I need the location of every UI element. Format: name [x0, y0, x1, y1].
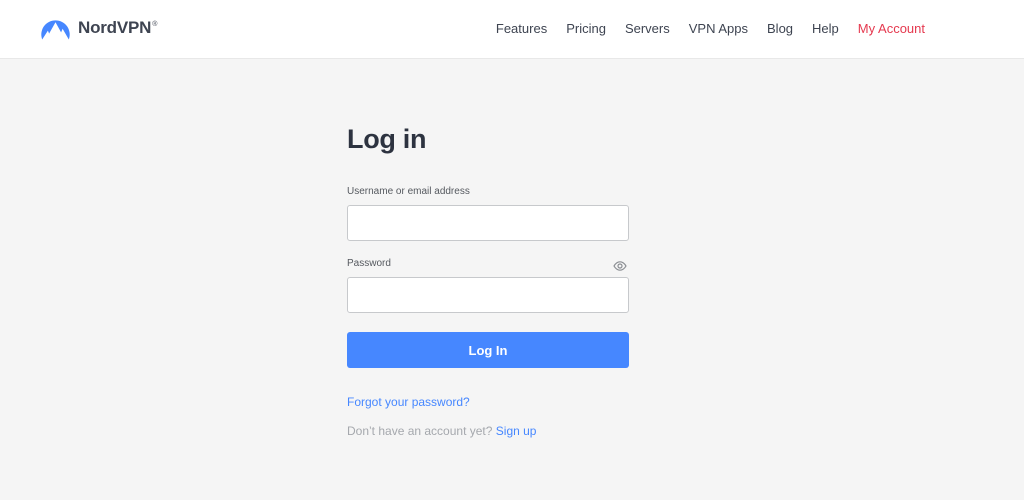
signup-prompt: Don’t have an account yet? — [347, 424, 493, 438]
nav-my-account[interactable]: My Account — [858, 21, 925, 36]
logo-text: NordVPN® — [78, 18, 158, 37]
password-label: Password — [347, 258, 391, 269]
nav-features[interactable]: Features — [496, 21, 547, 36]
login-form: Log in Username or email address Passwor… — [347, 121, 629, 438]
username-input[interactable] — [347, 205, 629, 241]
site-header: NordVPN® Features Pricing Servers VPN Ap… — [0, 0, 1024, 59]
page-title: Log in — [347, 124, 427, 154]
nav-pricing[interactable]: Pricing — [566, 21, 606, 36]
password-input[interactable] — [347, 277, 629, 313]
nav-blog[interactable]: Blog — [767, 21, 793, 36]
login-button[interactable]: Log In — [347, 332, 629, 368]
main-nav: Features Pricing Servers VPN Apps Blog H… — [477, 21, 925, 36]
forgot-password-link[interactable]: Forgot your password? — [347, 395, 470, 409]
nav-servers[interactable]: Servers — [625, 21, 670, 36]
signup-link[interactable]: Sign up — [496, 424, 537, 438]
nav-help[interactable]: Help — [812, 21, 839, 36]
nav-vpn-apps[interactable]: VPN Apps — [689, 21, 748, 36]
username-label: Username or email address — [347, 186, 470, 197]
signup-line: Don’t have an account yet? Sign up — [347, 424, 536, 438]
nordvpn-logo[interactable]: NordVPN® — [40, 15, 157, 41]
nordvpn-mountain-icon — [41, 20, 70, 40]
eye-icon[interactable] — [613, 258, 627, 271]
